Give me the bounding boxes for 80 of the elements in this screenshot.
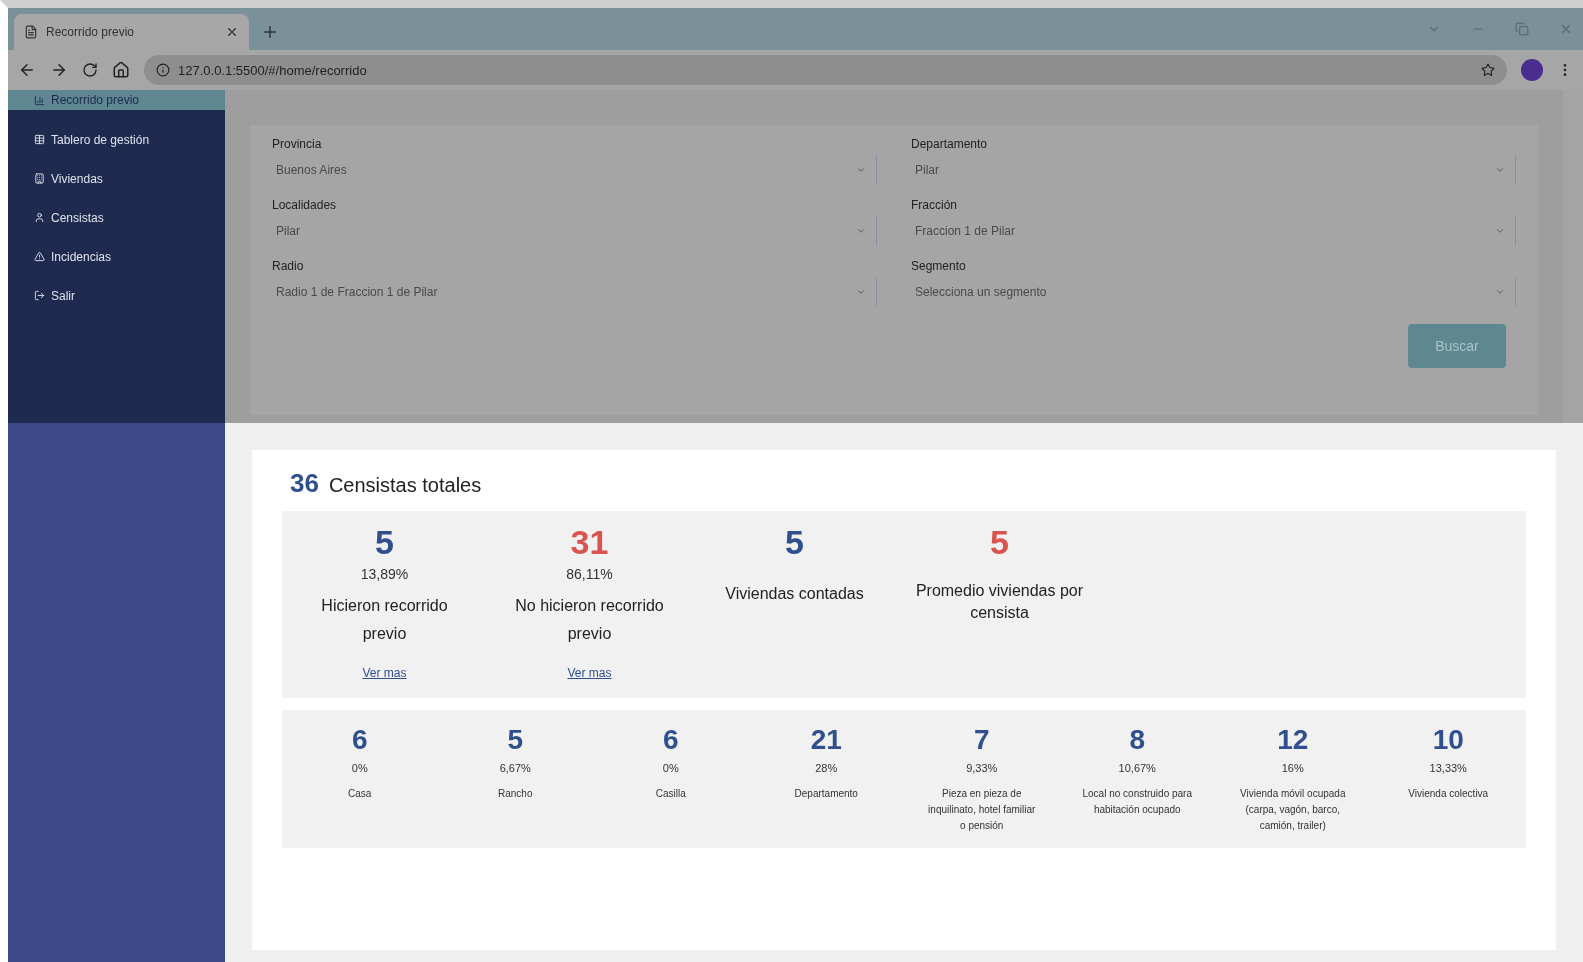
housing-type: Vivienda colectiva xyxy=(1407,787,1490,801)
building-icon xyxy=(34,173,45,184)
exit-icon xyxy=(34,290,45,301)
stat-label: Viviendas contadas xyxy=(724,584,865,604)
housing-count: 8 xyxy=(1129,724,1146,756)
home-icon[interactable] xyxy=(112,61,130,79)
back-icon[interactable] xyxy=(18,61,36,79)
avatar[interactable] xyxy=(1521,59,1543,81)
forward-icon[interactable] xyxy=(50,61,68,79)
housing-percent: 0% xyxy=(662,762,679,774)
total-label: Censistas totales xyxy=(328,474,482,497)
housing-count: 21 xyxy=(810,724,842,756)
caret-icon xyxy=(1495,287,1505,297)
caret-icon xyxy=(856,226,866,236)
housing-percent: 0% xyxy=(351,762,368,774)
close-icon[interactable] xyxy=(225,25,239,39)
stat-label: Hicieron recorrido previo xyxy=(320,596,449,644)
browser-tab[interactable]: Recorrido previo xyxy=(14,14,249,50)
total-count: 36 xyxy=(290,468,319,499)
stat-percent: 86,11% xyxy=(566,566,613,582)
stat-label: Promedio viviendas por censista xyxy=(914,581,1085,623)
stat-value: 5 xyxy=(990,523,1009,562)
stat-value: 31 xyxy=(570,523,609,562)
housing-count: 10 xyxy=(1432,724,1464,756)
housing-type: Casa xyxy=(347,787,373,801)
sidebar-item[interactable]: Viviendas xyxy=(8,159,225,198)
housing-type: Pieza en pieza de inquilinato, hotel familiar o pensión xyxy=(927,787,1037,833)
housing-percent: 28% xyxy=(815,762,838,774)
sidebar-item[interactable]: Censistas xyxy=(8,198,225,237)
stat-label: No hicieron recorrido previo xyxy=(514,596,665,644)
select-field[interactable]: Pilar xyxy=(911,155,1516,185)
housing-count: 6 xyxy=(662,724,679,756)
star-icon[interactable] xyxy=(1481,63,1495,77)
housing-count: 12 xyxy=(1277,724,1309,756)
housing-type: Departamento xyxy=(793,787,859,801)
warning-icon xyxy=(34,251,45,262)
sidebar-item[interactable]: Tablero de gestión xyxy=(8,120,225,159)
select-field[interactable]: Radio 1 de Fraccion 1 de Pilar xyxy=(272,277,877,307)
housing-count: 6 xyxy=(351,724,368,756)
housing-percent: 6,67% xyxy=(499,762,531,774)
table-icon xyxy=(34,134,45,145)
caret-icon xyxy=(856,165,866,175)
select-field[interactable]: Fraccion 1 de Pilar xyxy=(911,216,1516,246)
housing-type: Local no construido para habitación ocupado xyxy=(1081,787,1193,817)
user-icon xyxy=(34,212,45,223)
caret-icon xyxy=(1495,226,1505,236)
page-icon xyxy=(24,25,38,39)
sidebar-item[interactable]: Salir xyxy=(8,276,225,315)
field-label: Provincia xyxy=(272,136,323,153)
field-label: Radio xyxy=(272,258,305,275)
housing-percent: 9,33% xyxy=(966,762,998,774)
housing-type: Vivienda móvil ocupada (carpa, vagón, barco, camión, trailer) xyxy=(1239,787,1347,833)
field-label: Fracción xyxy=(911,197,958,214)
select-field[interactable]: Selecciona un segmento xyxy=(911,277,1516,307)
housing-percent: 13,33% xyxy=(1429,762,1467,774)
caret-icon xyxy=(856,287,866,297)
housing-type: Casilla xyxy=(654,787,687,801)
sidebar-item[interactable]: Incidencias xyxy=(8,237,225,276)
select-field[interactable]: Pilar xyxy=(272,216,877,246)
see-more-link[interactable]: Ver mas xyxy=(362,666,407,680)
stat-value: 5 xyxy=(785,523,804,562)
chart-icon xyxy=(34,94,45,106)
caret-icon xyxy=(1495,165,1505,175)
see-more-link[interactable]: Ver mas xyxy=(567,666,612,680)
field-label: Localidades xyxy=(272,197,338,214)
select-field[interactable]: Buenos Aires xyxy=(272,155,877,185)
info-icon xyxy=(156,63,170,77)
housing-percent: 10,67% xyxy=(1118,762,1156,774)
field-label: Departamento xyxy=(911,136,989,153)
housing-count: 7 xyxy=(973,724,990,756)
stat-percent: 13,89% xyxy=(360,566,409,582)
housing-percent: 16% xyxy=(1281,762,1304,774)
sidebar-item[interactable]: Recorrido previo xyxy=(8,90,225,110)
address-field[interactable]: 127.0.0.1:5500/#/home/recorrido xyxy=(144,55,1507,85)
field-label: Segmento xyxy=(911,258,967,275)
housing-count: 5 xyxy=(507,724,524,756)
reload-icon[interactable] xyxy=(82,62,98,78)
stat-value: 5 xyxy=(375,523,394,562)
housing-type: Rancho xyxy=(497,787,534,801)
new-tab-icon[interactable] xyxy=(261,23,279,41)
